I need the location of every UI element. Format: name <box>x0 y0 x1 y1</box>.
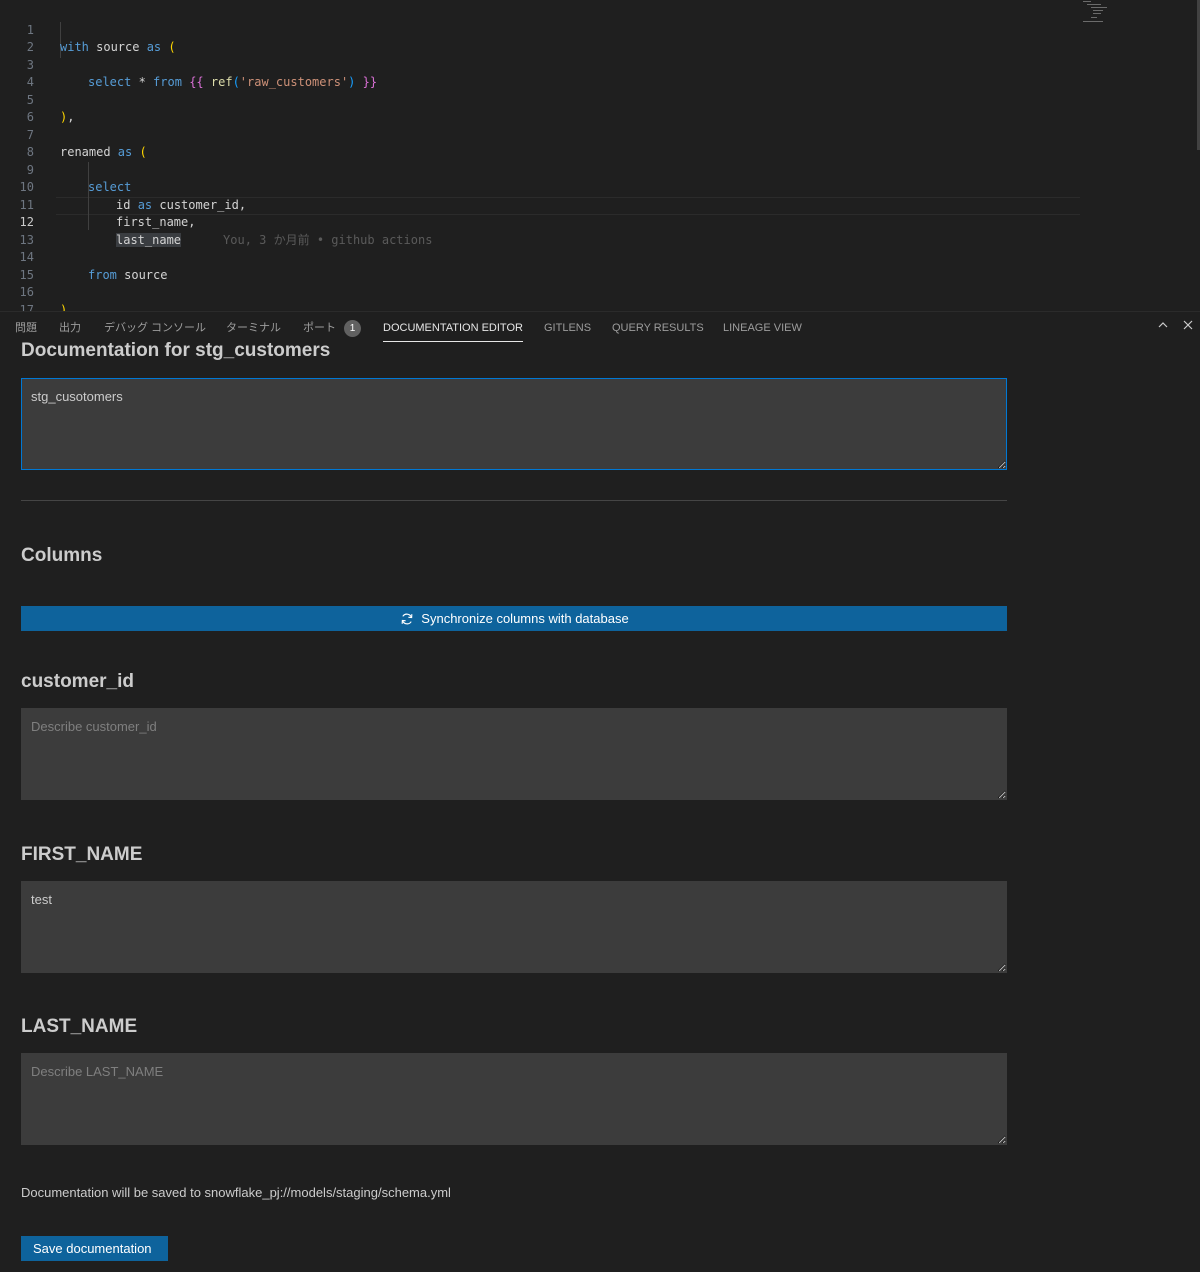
sync-button-label: Synchronize columns with database <box>421 611 629 626</box>
tab-gitlens[interactable]: GITLENS <box>544 312 591 344</box>
code-text: ) <box>60 302 68 312</box>
column-name-heading: LAST_NAME <box>21 1016 138 1037</box>
code-line-current[interactable]: 12 last_name You, 3 か月前 • github actions <box>0 197 1200 247</box>
code-line[interactable]: 13 <box>0 214 1200 247</box>
ports-count-badge: 1 <box>344 320 361 337</box>
tab-documentation-editor[interactable]: DOCUMENTATION EDITOR <box>383 312 523 344</box>
documentation-title: Documentation for stg_customers <box>21 340 331 361</box>
columns-heading: Columns <box>21 545 103 566</box>
column-description-first-name[interactable] <box>21 881 1007 973</box>
tab-query-results[interactable]: QUERY RESULTS <box>612 312 704 344</box>
code-line[interactable]: 14 from source <box>0 232 1200 282</box>
save-location-note: Documentation will be saved to snowflake… <box>21 1185 451 1200</box>
column-description-customer-id[interactable] <box>21 708 1007 800</box>
code-line[interactable]: 7 renamed as ( <box>0 109 1200 160</box>
sync-icon <box>399 607 415 632</box>
tab-lineage-view[interactable]: LINEAGE VIEW <box>723 312 802 344</box>
bottom-panel: 問題 出力 デバッグ コンソール ターミナル ポート 1 DOCUMENTATI… <box>0 311 1200 1272</box>
line-number: 17 <box>19 302 34 312</box>
code-line[interactable]: 5 ), <box>0 74 1200 125</box>
code-line[interactable]: 3 select * from {{ ref('raw_customers') … <box>0 39 1200 90</box>
code-line[interactable]: 17 <box>0 284 1200 312</box>
divider <box>21 500 1007 501</box>
column-description-last-name[interactable] <box>21 1053 1007 1145</box>
code-line[interactable]: 9 select <box>0 144 1200 195</box>
model-description-textarea[interactable] <box>21 378 1007 470</box>
code-line[interactable]: 8 <box>0 127 1200 159</box>
code-line[interactable]: 6 <box>0 92 1200 124</box>
column-name-heading: customer_id <box>21 671 134 692</box>
code-line[interactable]: 11 first_name, <box>0 179 1200 230</box>
sync-columns-button[interactable]: Synchronize columns with database <box>21 606 1007 631</box>
code-editor[interactable]: 1 with source as ( 2 3 select * from {{ … <box>0 0 1200 311</box>
code-line[interactable]: 2 <box>0 22 1200 54</box>
code-line[interactable]: 15 <box>0 249 1200 282</box>
code-line[interactable]: 10 id as customer_id, <box>0 162 1200 212</box>
code-line[interactable]: 4 <box>0 57 1200 89</box>
code-line[interactable]: 1 with source as ( <box>0 4 1200 55</box>
maximize-panel-icon[interactable] <box>1155 318 1171 334</box>
column-name-heading: FIRST_NAME <box>21 844 143 865</box>
close-panel-icon[interactable] <box>1180 318 1196 334</box>
minimap[interactable] <box>1083 0 1113 26</box>
code-line[interactable]: 16 ) <box>0 267 1200 311</box>
save-documentation-button[interactable]: Save documentation <box>21 1236 168 1261</box>
